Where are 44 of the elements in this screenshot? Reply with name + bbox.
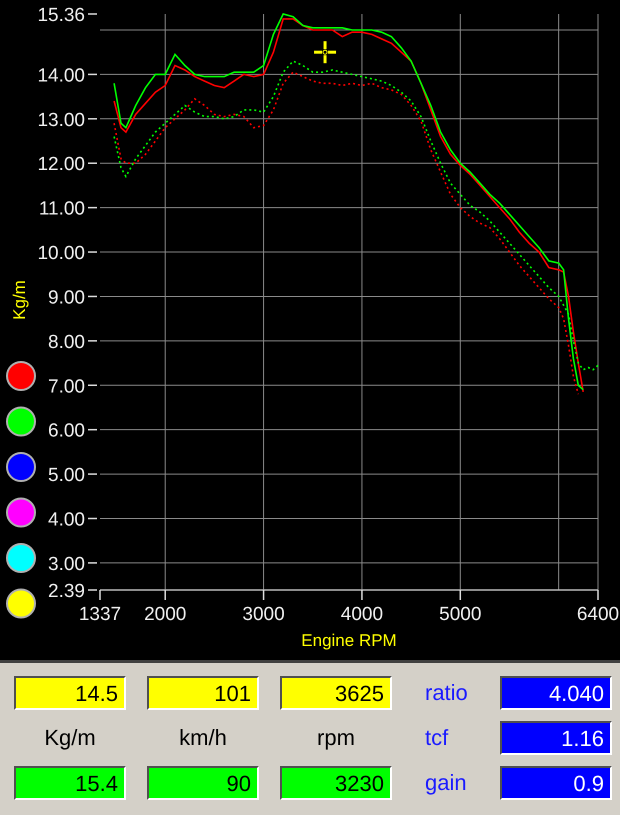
series-color-button[interactable]	[6, 452, 36, 482]
y-tick-label: 12.00	[37, 154, 85, 176]
unit-label: rpm	[317, 725, 355, 751]
x-tick-label: 3000	[242, 604, 285, 625]
crosshair-icon	[314, 41, 336, 64]
y-tick-label: 3.00	[48, 554, 85, 575]
y-tick-label: 11.00	[38, 198, 85, 220]
y-tick-label: 8.00	[48, 332, 85, 353]
y-tick-label: 4.00	[48, 510, 85, 530]
unit-label: km/h	[179, 725, 227, 751]
x-tick-label: 6400	[576, 604, 620, 625]
parameter-label: ratio	[425, 680, 468, 706]
y-tick-label: 6.00	[48, 420, 85, 442]
y-tick-label: 9.00	[48, 287, 85, 308]
series-color-button[interactable]	[6, 361, 36, 391]
y-tick-label: 2.39	[48, 581, 85, 602]
x-tick-label: 5000	[439, 604, 482, 625]
reference-value-field: 90	[147, 766, 259, 800]
reference-value-field: 15.4	[14, 766, 126, 800]
y-tick-label: 10.00	[37, 243, 85, 264]
parameter-value-field[interactable]: 1.16	[500, 721, 612, 755]
series-color-button[interactable]	[6, 543, 36, 573]
reference-value-field: 3230	[280, 766, 392, 800]
cursor-value-field: 3625	[280, 676, 392, 710]
unit-label: Kg/m	[44, 725, 96, 751]
cursor-value-field: 101	[147, 676, 259, 710]
parameter-value-field[interactable]: 0.9	[500, 766, 612, 800]
x-tick-label: 1337	[78, 604, 122, 625]
y-tick-label: 13.00	[37, 110, 85, 131]
y-tick-label: 14.00	[37, 65, 85, 86]
y-tick-label: 15.36	[37, 5, 85, 26]
x-axis-title: Engine RPM	[301, 631, 397, 650]
series-color-button[interactable]	[6, 406, 36, 436]
parameter-value-field[interactable]: 4.040	[500, 676, 612, 710]
cursor-value-field: 14.5	[14, 676, 126, 710]
x-tick-label: 2000	[144, 604, 186, 625]
series-color-button[interactable]	[6, 498, 36, 528]
y-tick-label: 7.00	[48, 376, 85, 398]
y-axis-title: Kg/m	[10, 280, 29, 320]
x-tick-label: 4000	[340, 604, 384, 625]
series-color-button[interactable]	[6, 588, 36, 618]
y-tick-label: 5.00	[48, 465, 85, 486]
parameter-label: gain	[425, 770, 467, 796]
parameter-label: tcf	[425, 725, 448, 751]
